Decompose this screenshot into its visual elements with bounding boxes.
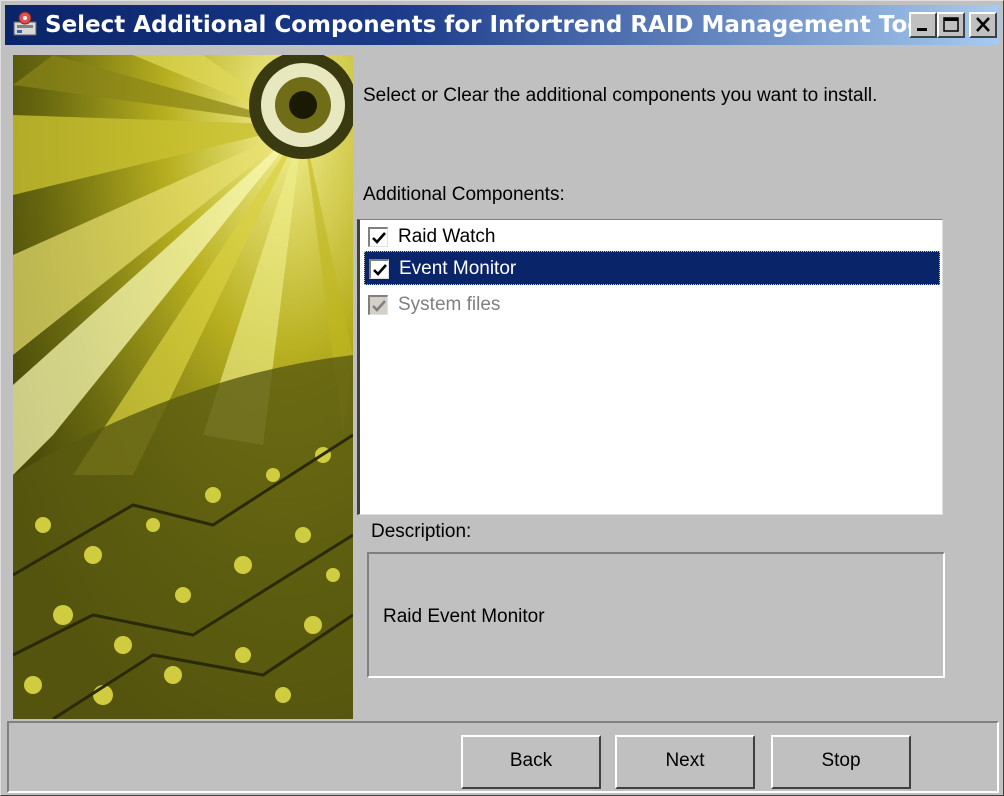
installer-icon xyxy=(11,10,39,38)
components-list[interactable]: Raid Watch Event Monitor System files xyxy=(357,219,943,515)
system-files-checkbox xyxy=(368,295,388,315)
maximize-icon xyxy=(943,17,959,32)
description-text: Raid Event Monitor xyxy=(383,606,545,627)
maximize-button[interactable] xyxy=(937,12,965,38)
component-item-raid-watch[interactable]: Raid Watch xyxy=(364,220,940,254)
description-label: Description: xyxy=(371,521,472,542)
next-button[interactable]: Next xyxy=(615,735,755,789)
component-label: Event Monitor xyxy=(399,258,517,279)
window-title: Select Additional Components for Infortr… xyxy=(45,12,931,38)
component-item-system-files: System files xyxy=(364,288,940,322)
installer-window: Select Additional Components for Infortr… xyxy=(0,0,1004,796)
component-item-event-monitor[interactable]: Event Monitor xyxy=(364,251,940,285)
back-button[interactable]: Back xyxy=(461,735,601,789)
stop-button[interactable]: Stop xyxy=(771,735,911,789)
minimize-icon xyxy=(917,28,927,31)
component-label: Raid Watch xyxy=(398,226,496,247)
wizard-banner-image xyxy=(13,55,353,719)
components-label: Additional Components: xyxy=(363,184,565,205)
close-button[interactable] xyxy=(969,12,997,38)
instruction-text: Select or Clear the additional component… xyxy=(363,85,878,106)
title-bar[interactable]: Select Additional Components for Infortr… xyxy=(5,5,999,45)
checkmark-icon xyxy=(373,264,387,276)
button-bar: Back Next Stop xyxy=(7,721,999,793)
minimize-button[interactable] xyxy=(909,12,937,38)
component-label: System files xyxy=(398,294,501,315)
checkmark-icon xyxy=(372,232,386,244)
description-box: Raid Event Monitor xyxy=(367,552,945,678)
close-icon xyxy=(976,17,990,32)
raid-watch-checkbox[interactable] xyxy=(368,227,388,247)
event-monitor-checkbox[interactable] xyxy=(369,259,389,279)
checkmark-icon xyxy=(372,300,386,312)
